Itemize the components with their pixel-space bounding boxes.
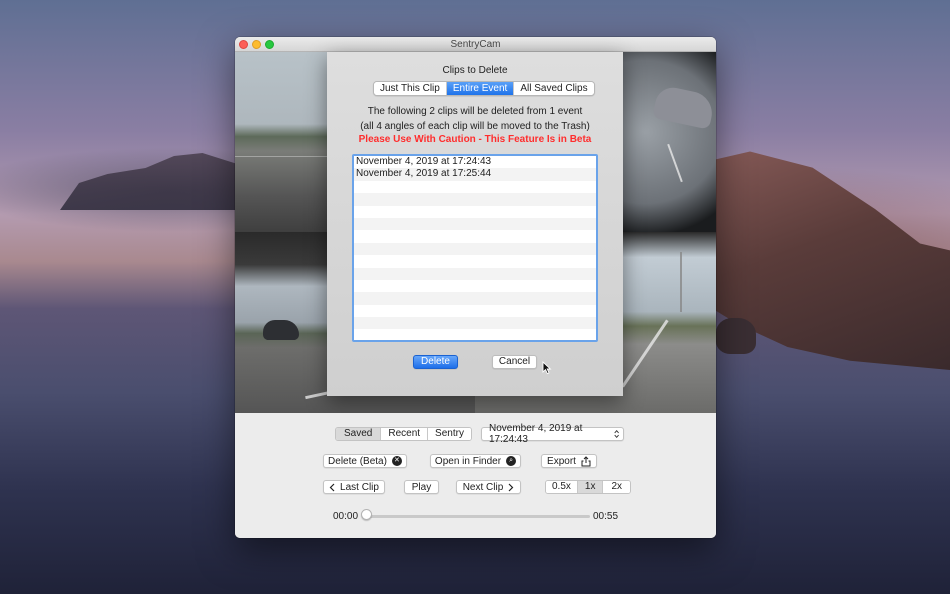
tab-sentry[interactable]: Sentry [428, 428, 471, 440]
playback-controls: Saved Recent Sentry November 4, 2019 at … [235, 413, 716, 538]
speed-1x[interactable]: 1x [577, 481, 604, 493]
chevron-left-icon [329, 483, 335, 491]
empty-row [354, 292, 596, 305]
list-item[interactable]: November 4, 2019 at 17:25:44 [354, 168, 596, 181]
tab-recent[interactable]: Recent [381, 428, 429, 440]
delete-scope-segmented-control: Just This Clip Entire Event All Saved Cl… [373, 81, 595, 96]
empty-row [354, 305, 596, 317]
source-segmented-control: Saved Recent Sentry [335, 427, 472, 441]
empty-row [354, 280, 596, 292]
close-window-button[interactable] [239, 40, 248, 49]
empty-row [354, 267, 596, 280]
export-button[interactable]: Export [541, 454, 597, 468]
open-in-finder-label: Open in Finder [434, 455, 502, 467]
speed-0-5x[interactable]: 0.5x [546, 481, 578, 493]
scope-all-saved-clips[interactable]: All Saved Clips [514, 82, 594, 95]
empty-row [354, 317, 596, 330]
updown-chevron-icon [614, 430, 619, 438]
empty-row [354, 255, 596, 267]
next-clip-button[interactable]: Next Clip [456, 480, 521, 494]
scope-entire-event[interactable]: Entire Event [446, 82, 515, 95]
wallpaper-rock [716, 318, 756, 354]
time-total: 00:55 [593, 511, 619, 522]
time-elapsed: 00:00 [333, 511, 359, 522]
mouse-pointer-icon [542, 361, 552, 375]
empty-row [354, 206, 596, 218]
camera-grid: Clips to Delete Just This Clip Entire Ev… [235, 52, 716, 413]
speed-segmented-control: 0.5x 1x 2x [545, 480, 632, 494]
last-clip-button[interactable]: Last Clip [323, 480, 385, 494]
tab-saved[interactable]: Saved [336, 428, 382, 440]
delete-beta-button[interactable]: Delete (Beta) ✕ [323, 454, 407, 468]
timeline-scrubber[interactable] [361, 509, 373, 520]
event-select[interactable]: November 4, 2019 at 17:24:43 [481, 423, 624, 445]
timeline-track[interactable] [362, 515, 590, 518]
speed-2x[interactable]: 2x [603, 481, 631, 493]
sheet-title: Clips to Delete [442, 65, 508, 76]
clips-list[interactable]: November 4, 2019 at 17:24:43 November 4,… [352, 154, 598, 342]
title-bar[interactable]: SentryCam [235, 37, 716, 52]
empty-row [354, 242, 596, 256]
scope-just-this-clip[interactable]: Just This Clip [374, 82, 447, 95]
share-icon [581, 455, 591, 466]
zoom-window-button[interactable] [265, 40, 274, 49]
x-circle-icon: ✕ [391, 456, 402, 466]
empty-row [354, 193, 596, 206]
magnifier-circle-icon: ⌕ [506, 456, 517, 466]
delete-beta-label: Delete (Beta) [328, 455, 387, 467]
empty-row [354, 329, 596, 340]
confirm-delete-button[interactable]: Delete [413, 355, 458, 369]
event-select-value: November 4, 2019 at 17:24:43 [489, 423, 583, 445]
play-label: Play [411, 481, 432, 493]
open-in-finder-button[interactable]: Open in Finder ⌕ [430, 454, 521, 468]
window-title: SentryCam [450, 39, 501, 50]
chevron-right-icon [508, 483, 514, 491]
beta-warning: Please Use With Caution - This Feature I… [358, 134, 592, 145]
last-clip-label: Last Clip [340, 481, 379, 493]
export-label: Export [547, 455, 576, 467]
play-button[interactable]: Play [404, 480, 439, 494]
list-item[interactable]: November 4, 2019 at 17:24:43 [354, 156, 596, 168]
empty-row [354, 230, 596, 242]
info-line-1: The following 2 clips will be deleted fr… [367, 106, 583, 117]
delete-clips-sheet: Clips to Delete Just This Clip Entire Ev… [327, 52, 623, 396]
empty-row [354, 181, 596, 193]
empty-row [354, 217, 596, 231]
cancel-button[interactable]: Cancel [492, 355, 537, 369]
wallpaper-island-left [60, 153, 250, 210]
minimize-window-button[interactable] [252, 40, 261, 49]
next-clip-label: Next Clip [462, 481, 504, 493]
info-line-2: (all 4 angles of each clip will be moved… [360, 121, 590, 132]
app-window: SentryCam Clips to Delete Just This Clip… [235, 37, 716, 538]
traffic-lights [239, 40, 274, 49]
